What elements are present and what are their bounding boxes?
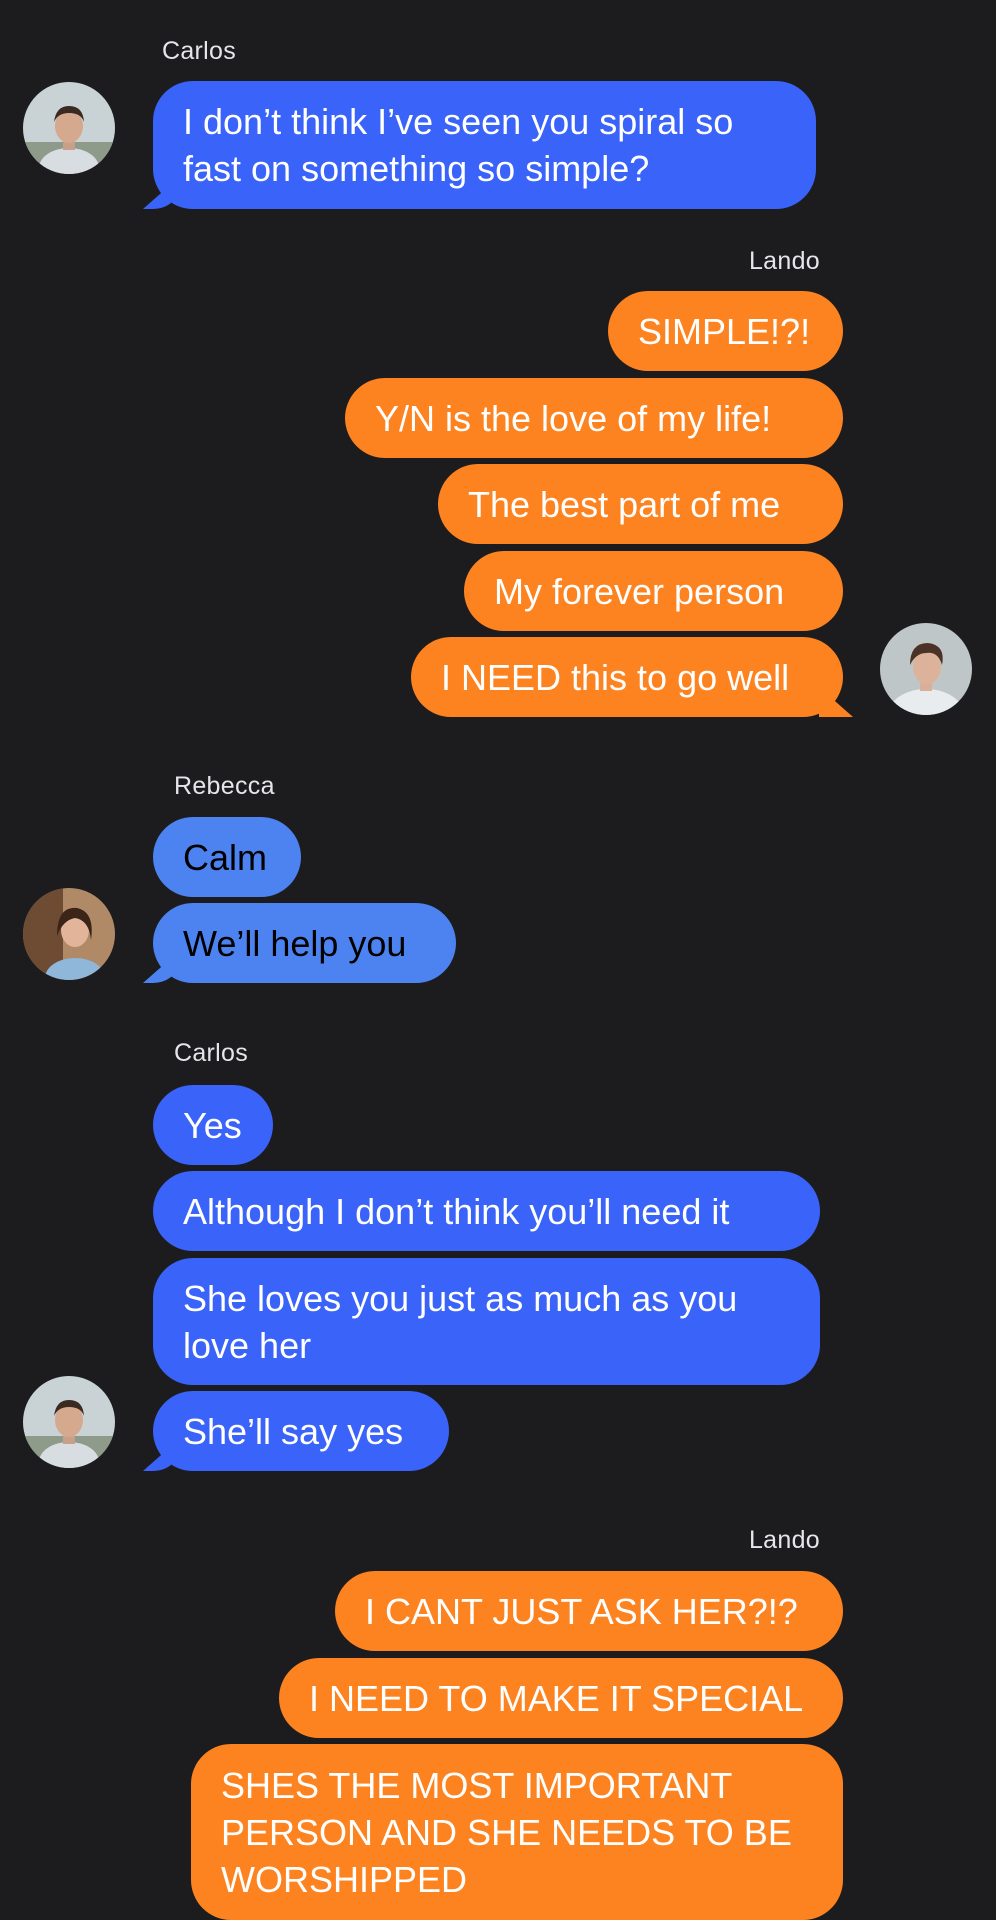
message-text-line: love her [183, 1324, 312, 1366]
message-bubble[interactable]: SIMPLE!?! [608, 291, 843, 371]
carlos-avatar[interactable] [23, 1376, 115, 1468]
message-text: We’ll help you [183, 922, 407, 964]
sender-name-lando: Lando [748, 247, 820, 275]
message-bubble[interactable]: I CANT JUST ASK HER?!? [335, 1571, 843, 1651]
message-text-line: She loves you just as much as you [183, 1277, 738, 1319]
message-bubble[interactable]: She’ll say yes [153, 1391, 449, 1471]
message-text: My forever person [494, 570, 785, 612]
carlos-avatar[interactable] [23, 82, 115, 174]
message-bubble[interactable]: Yes [153, 1085, 273, 1165]
chat-transcript: Carlos I don’t think I’ve seen you spira… [0, 0, 996, 1920]
message-bubble[interactable]: Although I don’t think you’ll need it [153, 1171, 820, 1251]
message-text: I CANT JUST ASK HER?!? [365, 1590, 798, 1632]
message-text: The best part of me [468, 483, 781, 525]
message-text-line: WORSHIPPED [221, 1858, 468, 1900]
message-text: Although I don’t think you’ll need it [183, 1190, 730, 1232]
message-bubble[interactable]: I NEED this to go well [411, 637, 843, 717]
sender-name-carlos: Carlos [162, 37, 237, 65]
message-text: Y/N is the love of my life! [375, 397, 772, 439]
message-text-line: fast on something so simple? [183, 148, 650, 189]
message-bubble[interactable]: The best part of me [438, 464, 843, 544]
message-bubble[interactable]: My forever person [464, 551, 843, 631]
message-bubble[interactable]: SHES THE MOST IMPORTANT PERSON AND SHE N… [191, 1744, 843, 1920]
sender-name-lando: Lando [748, 1526, 820, 1554]
message-text: I NEED this to go well [441, 656, 790, 698]
lando-avatar[interactable] [880, 623, 972, 715]
message-text: Yes [183, 1104, 242, 1146]
sender-name-carlos: Carlos [174, 1039, 249, 1067]
message-bubble[interactable]: She loves you just as much as you love h… [153, 1258, 820, 1385]
message-bubble[interactable]: We’ll help you [153, 903, 456, 983]
message-text-line: I don’t think I’ve seen you spiral so [183, 101, 734, 142]
sender-name-rebecca: Rebecca [174, 772, 275, 800]
message-text-line: PERSON AND SHE NEEDS TO BE [221, 1811, 792, 1853]
message-text: I NEED TO MAKE IT SPECIAL [309, 1677, 804, 1719]
message-bubble[interactable]: I NEED TO MAKE IT SPECIAL [279, 1658, 843, 1738]
message-text: Calm [183, 836, 268, 878]
message-bubble[interactable]: Y/N is the love of my life! [345, 378, 843, 458]
message-text: SIMPLE!?! [638, 310, 811, 352]
message-text: She’ll say yes [183, 1410, 404, 1452]
message-text-line: SHES THE MOST IMPORTANT [221, 1764, 733, 1806]
message-bubble[interactable]: I don’t think I’ve seen you spiral so fa… [153, 81, 816, 209]
rebecca-avatar[interactable] [23, 888, 115, 980]
message-bubble[interactable]: Calm [153, 817, 301, 897]
